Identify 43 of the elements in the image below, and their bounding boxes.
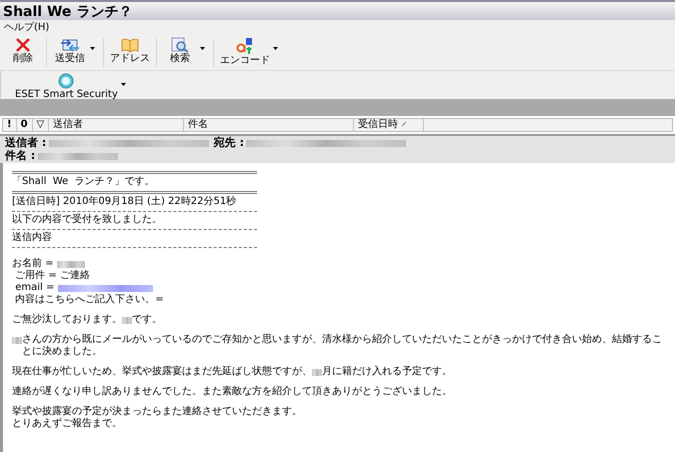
body-text: 月に籍だけ入れる予定です。 xyxy=(322,366,452,378)
body-text: 内容はこちらへご記入下さい。= xyxy=(14,294,164,306)
header-label: 宛先 : xyxy=(214,136,244,149)
column-header[interactable]: 0 xyxy=(16,119,33,131)
body-text: ご無沙汰しております。 xyxy=(12,314,122,326)
body-text: 「Shall We ランチ？」です。 xyxy=(12,176,155,188)
toolbar-button[interactable]: ESET Smart Security xyxy=(9,71,124,99)
toolbar-button[interactable]: 削除 xyxy=(0,35,46,70)
envelope-arrows-icon xyxy=(60,37,80,53)
redacted-text xyxy=(312,369,322,376)
toolbar-button[interactable]: アドレス xyxy=(104,35,156,70)
column-header[interactable]: 受信日時 xyxy=(354,119,424,131)
column-header[interactable]: ▽ xyxy=(32,119,50,131)
book-icon xyxy=(121,37,139,53)
body-text: [送信日時] 2010年09月18日 (土) 22時22分51秒 xyxy=(12,196,236,208)
body-text: お名前 = xyxy=(12,258,55,270)
column-header[interactable]: ! xyxy=(3,119,17,131)
menu-item[interactable]: ヘルプ(H) xyxy=(4,22,50,33)
column-header[interactable]: 送信者 xyxy=(49,119,184,131)
column-header[interactable]: 件名 xyxy=(184,119,354,131)
body-text: さんの方から既にメールがいっているのでご存知かと思いますが、清水様から紹介していただいたことがきっかけで付き合い始め、結婚することに決めました。 xyxy=(22,334,663,358)
body-text: email = xyxy=(14,282,56,294)
redacted-text xyxy=(12,337,22,344)
body-text: 連絡が遅くなり申し訳ありませんでした。また素敵な方を紹介して頂きありがとうございました。 xyxy=(12,386,452,398)
header-label: 送信者 : xyxy=(5,136,46,149)
redacted-text xyxy=(122,317,132,324)
body-text: ご用件 = ご連絡 xyxy=(14,270,90,282)
toolbar-button[interactable]: エンコード xyxy=(214,35,276,70)
body-text: 送信内容 xyxy=(12,232,52,244)
body-text: 現在仕事が忙しいため、挙式や披露宴はまだ先延ばし状態ですが、 xyxy=(12,366,312,378)
toolbar-button[interactable]: 送受信 xyxy=(47,35,93,70)
body-text: です。 xyxy=(132,314,162,326)
window-title: Shall We ランチ？ xyxy=(0,0,675,20)
delete-icon xyxy=(15,37,31,53)
redacted-text xyxy=(56,261,85,268)
header-label: 件名 : xyxy=(5,149,36,162)
body-text: 以下の内容で受付を致しました。 xyxy=(12,214,162,226)
magnifier-icon xyxy=(171,37,189,53)
body-text: 挙式や披露宴の予定が決まったらまた連絡させていただきます。 xyxy=(12,406,302,418)
letters-icon xyxy=(236,37,254,55)
body-text: とりあえずご報告まで。 xyxy=(12,418,122,430)
toolbar-button[interactable]: 検索 xyxy=(157,35,203,70)
ring-icon xyxy=(58,73,74,89)
